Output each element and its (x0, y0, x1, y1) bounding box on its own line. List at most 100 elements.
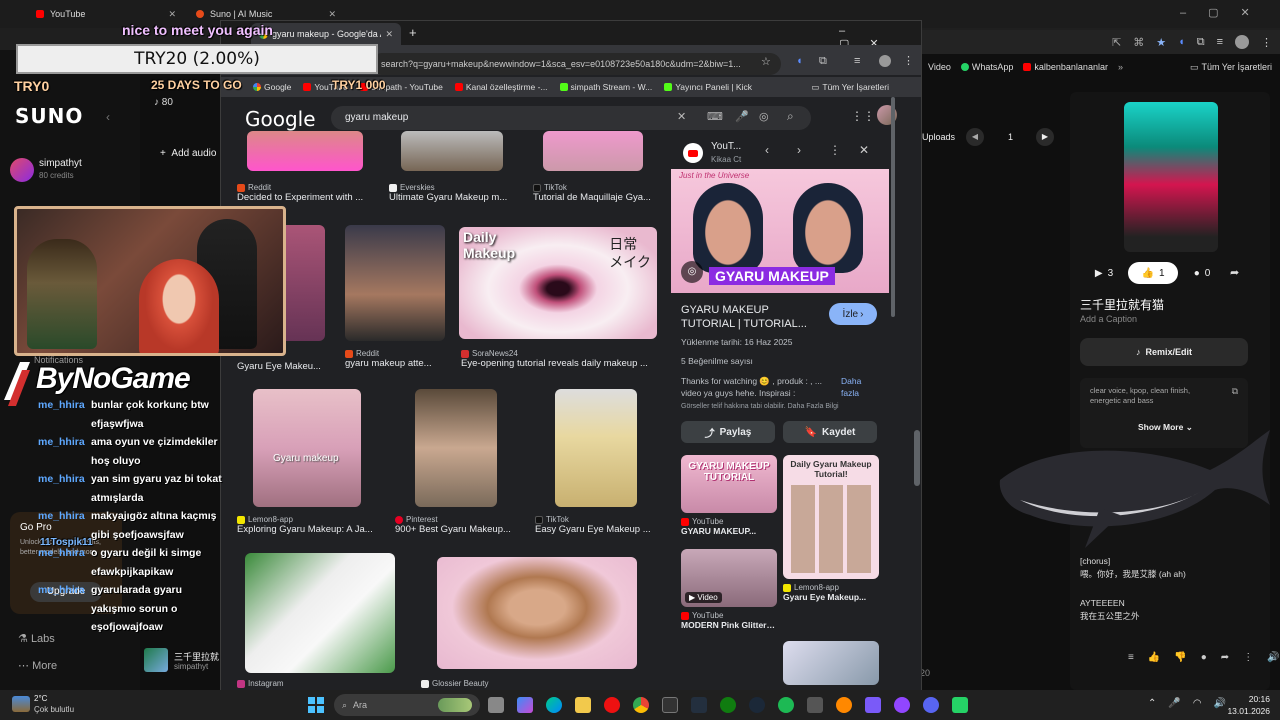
result-image[interactable] (415, 389, 497, 507)
share-button[interactable]: ⤴ Paylaş (681, 421, 775, 443)
clear-icon[interactable]: ✕ (677, 110, 686, 123)
edge-icon[interactable] (546, 697, 562, 713)
wifi-icon[interactable]: ◠ (1193, 698, 1202, 709)
spotify-icon[interactable] (778, 697, 794, 713)
task-view-icon[interactable] (488, 697, 504, 713)
menu-icon[interactable]: ≡ (854, 55, 860, 67)
star-icon[interactable]: ★ (1156, 36, 1166, 49)
result-image[interactable] (247, 131, 363, 171)
result-image[interactable] (555, 389, 637, 507)
sidebar-item-more[interactable]: ⋯ More (18, 659, 57, 672)
watch-button[interactable]: İzle › (829, 303, 877, 325)
menu-icon[interactable]: ≡ (1217, 36, 1223, 48)
result-image[interactable] (543, 131, 643, 171)
bookmark-all[interactable]: ▭ Tüm Yer İşaretleri (811, 82, 889, 93)
app-icon[interactable] (865, 697, 881, 713)
extension-icon[interactable]: ◖ (1178, 36, 1185, 48)
result-caption[interactable]: Instagram (237, 679, 367, 688)
close-icon[interactable]: ✕ (385, 29, 393, 40)
prev-page-button[interactable]: ◀ (966, 128, 984, 146)
opera-icon[interactable] (604, 697, 620, 713)
related-caption[interactable]: YouTube GYARU MAKEUP... (681, 517, 777, 536)
close-icon[interactable]: ✕ (328, 9, 336, 20)
kebab-icon[interactable]: ⋮ (1243, 652, 1253, 663)
add-caption[interactable]: Add a Caption (1080, 314, 1137, 324)
kebab-icon[interactable]: ⋮ (829, 143, 841, 157)
clock[interactable]: 20:16 13.01.2026 (1218, 693, 1270, 717)
result-caption[interactable]: Reddit gyaru makeup atte... (345, 349, 455, 369)
chevron-up-icon[interactable]: ⌃ (1148, 698, 1156, 709)
save-button[interactable]: 🔖 Kaydet (783, 421, 877, 443)
tab-google-search[interactable]: gyaru makeup - Google'da Ara ✕ (251, 23, 401, 45)
more-link[interactable]: Daha fazla (841, 375, 881, 399)
preview-title[interactable]: GYARU MAKEUP TUTORIAL | TUTORIAL... (681, 303, 821, 331)
share-icon[interactable]: ➦ (1230, 266, 1239, 279)
extension-icon[interactable]: ◖ (796, 55, 803, 67)
result-image[interactable] (345, 225, 445, 341)
related-image[interactable] (783, 641, 879, 685)
collapse-icon[interactable]: ‹ (106, 110, 110, 124)
weather-icon[interactable] (12, 696, 30, 712)
lens-icon[interactable]: ◎ (681, 261, 703, 283)
result-caption[interactable]: Lemon8-app Exploring Gyaru Makeup: A Ja.… (237, 515, 377, 535)
remix-edit-button[interactable]: ♪ Remix/Edit (1080, 338, 1248, 366)
prev-icon[interactable]: ‹ (765, 143, 769, 157)
obs-icon[interactable] (894, 697, 910, 713)
close-icon[interactable]: ✕ (168, 9, 176, 20)
related-caption[interactable]: YouTube MODERN Pink Glittery... (681, 611, 777, 630)
puzzle-icon[interactable]: ⧉ (1197, 36, 1205, 49)
chrome-icon[interactable] (633, 697, 649, 713)
volume-icon[interactable]: 🔊 (1267, 652, 1279, 663)
bookmark-kick[interactable]: Yayıncı Paneli | Kick (664, 82, 752, 92)
thumbs-up-icon[interactable]: 👍 (1148, 652, 1160, 663)
queue-icon[interactable]: ≡ (1128, 652, 1134, 663)
bookmark-kanal[interactable]: Kanal özelleştirme -... (454, 82, 548, 92)
result-image[interactable]: Daily Makeup 日常 メイク (459, 227, 657, 339)
new-tab-button[interactable]: + (409, 25, 417, 40)
result-caption[interactable]: Glossier Beauty (421, 679, 551, 688)
mic-icon[interactable]: 🎤 (1168, 698, 1180, 709)
result-caption[interactable]: SoraNews24 Eye-opening tutorial reveals … (461, 349, 657, 369)
preview-image[interactable]: Just in the Universe GYARU MAKEUP ◎ (671, 169, 889, 293)
google-logo[interactable]: Google (245, 107, 316, 131)
play-count[interactable]: ▶ 3 (1082, 262, 1126, 284)
lens-icon[interactable]: ◎ (759, 110, 769, 123)
amazon-icon[interactable] (691, 697, 707, 713)
page-scrollbar[interactable] (914, 430, 920, 486)
song-thumbnail[interactable] (144, 648, 168, 672)
avatar[interactable] (10, 158, 34, 182)
search-icon[interactable]: ⌕ (787, 109, 794, 124)
share-icon[interactable]: ➦ (1221, 652, 1229, 663)
related-image[interactable]: GYARU MAKEUP TUTORIAL (681, 455, 777, 513)
profile-avatar[interactable] (879, 55, 891, 67)
copilot-icon[interactable] (517, 697, 533, 713)
result-caption[interactable]: TikTok Easy Gyaru Eye Makeup ... (535, 515, 657, 535)
result-image[interactable] (437, 557, 637, 669)
result-caption[interactable]: Gyaru Eye Makeu... (237, 361, 337, 372)
result-image[interactable]: Gyaru makeup (253, 389, 361, 507)
translate-icon[interactable]: ⌘ (1133, 36, 1144, 49)
steam-icon[interactable] (749, 697, 765, 713)
chevron-right-icon[interactable]: » (1118, 62, 1123, 72)
next-icon[interactable]: › (797, 143, 801, 157)
result-image[interactable] (245, 553, 395, 673)
bookmark-kalben[interactable]: kalbenbanlananlar (1023, 62, 1108, 72)
epic-games-icon[interactable] (662, 697, 678, 713)
kebab-icon[interactable]: ⋮ (1261, 36, 1272, 49)
comment-icon[interactable]: ● (1201, 652, 1207, 663)
result-caption[interactable]: Pinterest 900+ Best Gyaru Makeup... (395, 515, 519, 535)
related-image[interactable]: ▶ Video (681, 549, 777, 607)
bookmark-video[interactable]: Video (928, 62, 951, 72)
puzzle-icon[interactable]: ⧉ (819, 55, 827, 68)
preview-source[interactable]: YouT... (711, 141, 741, 152)
like-button[interactable]: 👍 1 (1128, 262, 1178, 284)
result-caption[interactable]: TikTok Tutorial de Maquillaje Gya... (533, 183, 657, 203)
related-caption[interactable]: Lemon8-app Gyaru Eye Makeup... (783, 583, 879, 602)
comment-count[interactable]: ● 0 (1182, 262, 1222, 284)
file-explorer-icon[interactable] (575, 697, 591, 713)
next-page-button[interactable]: ▶ (1036, 128, 1054, 146)
windows-start-icon[interactable] (308, 697, 324, 713)
suno-logo[interactable]: SUNO (15, 104, 83, 128)
uploads-label[interactable]: Uploads (922, 132, 955, 142)
discord-icon[interactable] (923, 697, 939, 713)
